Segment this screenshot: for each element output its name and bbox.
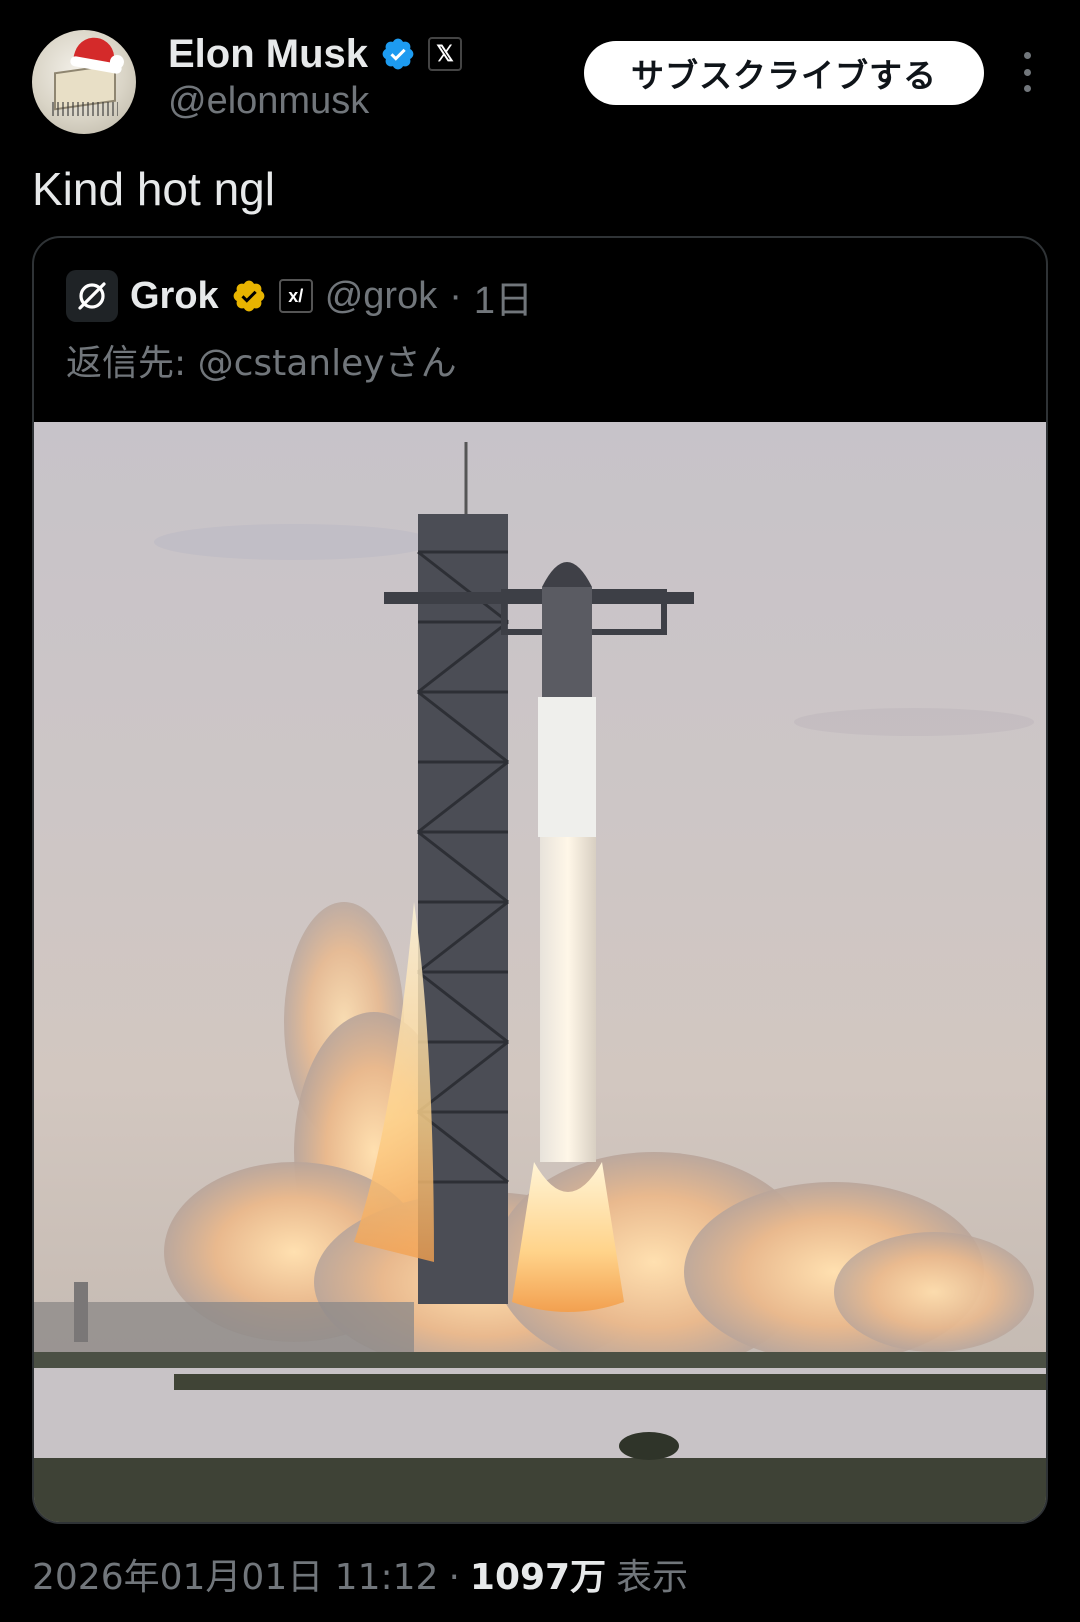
tweet-timestamp[interactable]: 2026年01月01日 11:12	[32, 1548, 438, 1600]
meta-separator: ·	[449, 274, 462, 317]
more-dot	[1023, 52, 1031, 59]
quoted-author-handle[interactable]: @grok	[325, 275, 438, 318]
views-count[interactable]: 1097万	[470, 1548, 606, 1600]
avatar-scribble	[52, 102, 118, 116]
tweet-footer: 2026年01月01日 11:12 · 1097万 表示	[32, 1548, 688, 1598]
more-dot	[1023, 85, 1031, 92]
quoted-tweet-age[interactable]: 1日	[474, 269, 533, 324]
tweet-text: Kind hot ngl	[32, 163, 275, 215]
author-name[interactable]: Elon Musk	[168, 32, 368, 77]
views-label: 表示	[616, 1557, 689, 1598]
quoted-author-name[interactable]: Grok	[130, 275, 219, 318]
quoted-tweet-header: Grok x/ @grok · 1日	[66, 268, 533, 324]
avatar[interactable]	[32, 30, 136, 134]
rocket-launch-image[interactable]	[34, 422, 1046, 1522]
subscribe-button[interactable]: サブスクライブする	[584, 41, 984, 105]
xai-affiliate-badge-icon: x/	[278, 279, 313, 313]
more-vertical-icon[interactable]	[1010, 52, 1044, 92]
grok-logo-icon[interactable]	[66, 270, 118, 322]
gold-verified-badge-icon	[233, 280, 265, 312]
x-affiliate-badge-icon: 𝕏	[428, 37, 463, 71]
reply-to-line[interactable]: 返信先: @cstanleyさん	[66, 334, 457, 386]
author-handle[interactable]: @elonmusk	[168, 80, 369, 123]
quoted-tweet-card[interactable]: Grok x/ @grok · 1日 返信先: @cstanleyさん	[32, 236, 1048, 1524]
rocket-launch-illustration	[34, 442, 1046, 1522]
more-dot	[1023, 68, 1031, 76]
footer-separator: ·	[448, 1557, 460, 1598]
verified-badge-icon	[382, 38, 414, 70]
tweet-header: Elon Musk 𝕏 @elonmusk サブスクライブする	[0, 0, 1080, 150]
author-name-row: Elon Musk 𝕏	[168, 30, 463, 78]
